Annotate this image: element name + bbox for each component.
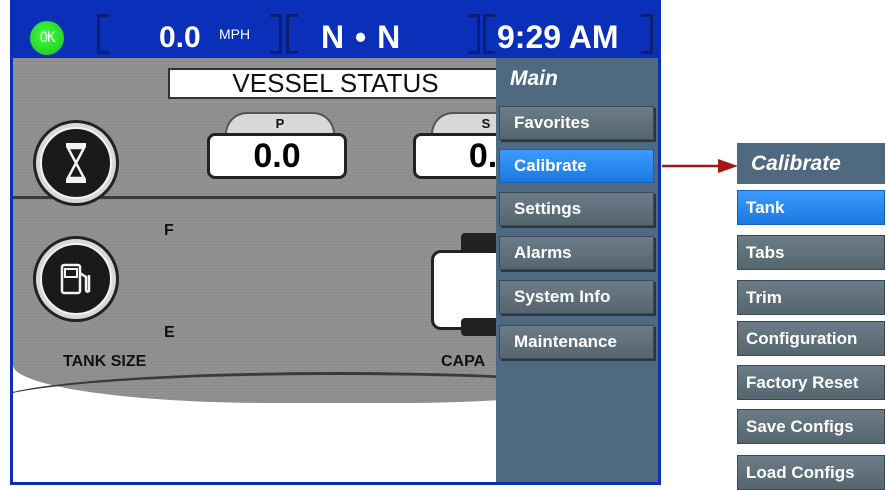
cal-item-tank[interactable]: Tank xyxy=(737,190,885,225)
main-menu: Main Favorites Calibrate Settings Alarms… xyxy=(496,58,658,482)
menu-item-maintenance[interactable]: Maintenance xyxy=(499,325,654,359)
bracket-right-icon xyxy=(270,14,282,54)
fuel-pump-icon xyxy=(40,243,112,315)
calibrate-submenu: Calibrate Tank Tabs Trim Configuration F… xyxy=(737,143,885,490)
bracket-right-icon xyxy=(468,14,480,54)
ok-status-badge[interactable]: OK xyxy=(30,21,64,55)
panel-title: VESSEL STATUS xyxy=(168,68,503,99)
display-screen: OK 0.0 MPH N • N 9:29 AM VESSEL STATUS P… xyxy=(10,0,661,485)
fuel-gauge-icon[interactable] xyxy=(33,236,119,322)
menu-item-calibrate[interactable]: Calibrate xyxy=(499,149,654,183)
bracket-right-icon xyxy=(641,14,653,54)
bracket-left-icon xyxy=(483,14,495,54)
cal-item-configuration[interactable]: Configuration xyxy=(737,321,885,356)
engine-hours-icon[interactable] xyxy=(33,120,119,206)
cal-item-load-configs[interactable]: Load Configs xyxy=(737,455,885,490)
menu-item-alarms[interactable]: Alarms xyxy=(499,236,654,270)
menu-item-system-info[interactable]: System Info xyxy=(499,280,654,314)
menu-item-favorites[interactable]: Favorites xyxy=(499,106,654,140)
clock-time: 9:29 AM xyxy=(497,19,619,55)
cal-item-save-configs[interactable]: Save Configs xyxy=(737,409,885,444)
main-menu-title: Main xyxy=(510,67,558,90)
cal-item-trim[interactable]: Trim xyxy=(737,280,885,315)
bracket-left-icon xyxy=(97,14,109,54)
menu-item-settings[interactable]: Settings xyxy=(499,192,654,226)
fuel-empty-label: E xyxy=(164,324,175,341)
status-bar: OK 0.0 MPH N • N 9:29 AM xyxy=(13,0,658,58)
fuel-full-label: F xyxy=(164,222,174,239)
cal-item-factory-reset[interactable]: Factory Reset xyxy=(737,365,885,400)
heading-value: N • N xyxy=(321,19,402,55)
port-value: 0.0 xyxy=(207,133,347,179)
capacity-label: CAPA xyxy=(441,353,486,370)
tank-size-label: TANK SIZE xyxy=(63,353,147,370)
bracket-left-icon xyxy=(286,14,298,54)
hourglass-icon xyxy=(40,127,112,199)
cal-item-tabs[interactable]: Tabs xyxy=(737,235,885,270)
port-label: P xyxy=(225,112,335,134)
speed-value: 0.0 xyxy=(159,21,201,54)
display-inner: OK 0.0 MPH N • N 9:29 AM VESSEL STATUS P… xyxy=(13,0,658,482)
calibrate-menu-title: Calibrate xyxy=(737,143,885,184)
submenu-arrow-icon xyxy=(662,159,738,173)
speed-unit: MPH xyxy=(219,26,251,42)
